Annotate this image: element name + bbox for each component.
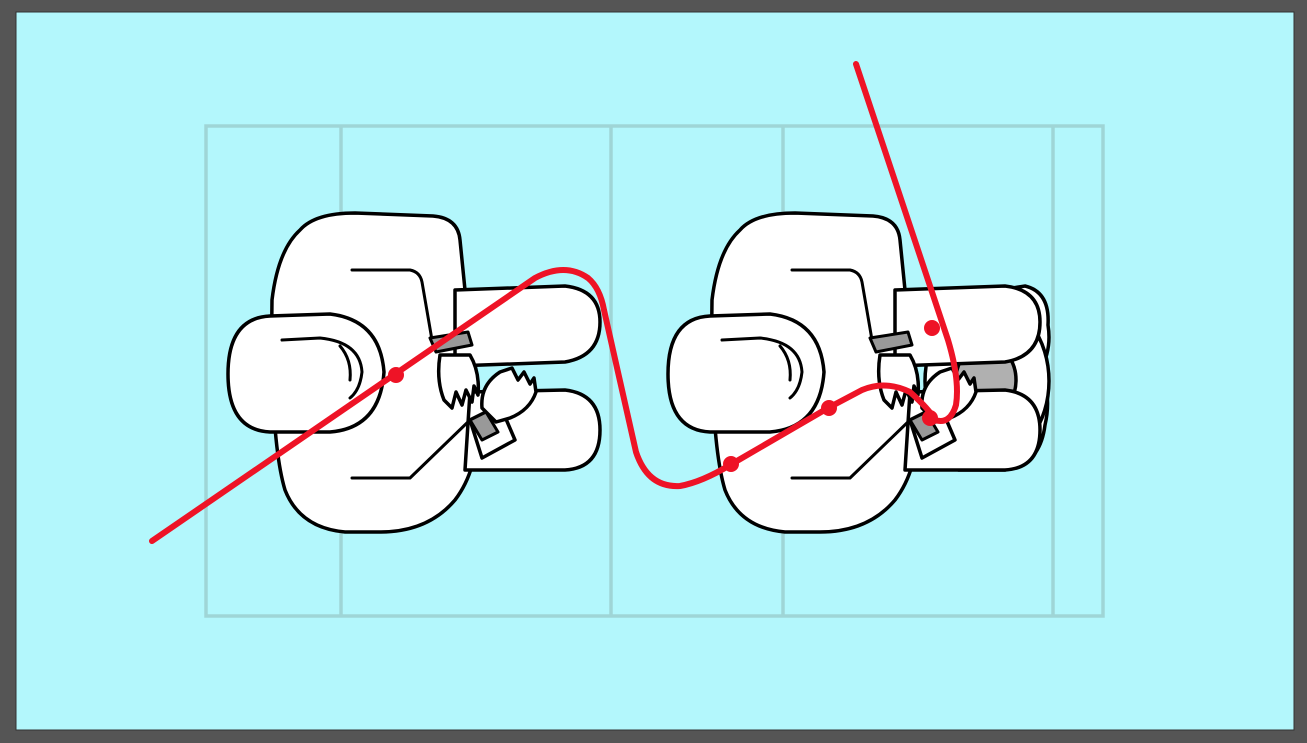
illustration-frame: .fillw { fill: #FFFFFF; stroke: #000000;…: [0, 0, 1307, 743]
route-marker: [723, 456, 739, 472]
route-marker: [388, 367, 404, 383]
route-marker: [922, 410, 938, 426]
route-marker: [924, 320, 940, 336]
illustration-canvas: .fillw { fill: #FFFFFF; stroke: #000000;…: [15, 11, 1295, 731]
route-marker: [821, 400, 837, 416]
